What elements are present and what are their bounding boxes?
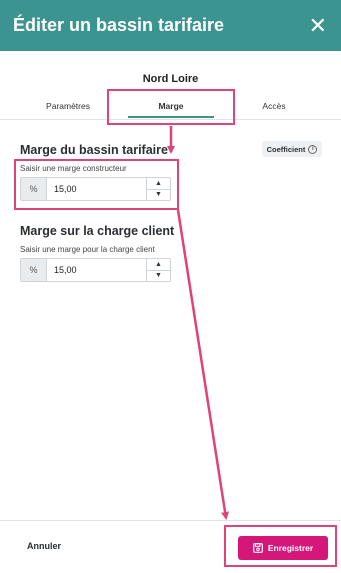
close-icon[interactable]: ✕ [309, 14, 327, 37]
chevron-down-icon[interactable]: ▼ [147, 271, 170, 282]
modal-footer: Annuler Enregistrer [0, 520, 341, 573]
percent-icon: % [21, 178, 47, 200]
annotation-arrows [167, 126, 230, 520]
save-button[interactable]: Enregistrer [238, 536, 328, 560]
tab-parametres[interactable]: Paramètres [20, 92, 116, 120]
modal-header: Éditer un bassin tarifaire ✕ [0, 0, 341, 51]
tab-acces[interactable]: Accès [226, 92, 322, 120]
marge-charge-client-input[interactable]: 15,00 [47, 259, 146, 281]
marge-constructeur-stepper: ▲ ▼ [146, 178, 170, 200]
cancel-button[interactable]: Annuler [27, 541, 61, 551]
chevron-down-icon[interactable]: ▼ [147, 190, 170, 201]
coefficient-label: Coefficient [266, 144, 306, 154]
section-title-marge-charge-client: Marge sur la charge client [20, 224, 175, 238]
percent-icon: % [21, 259, 47, 281]
section-title-marge-bassin: Marge du bassin tarifaire [20, 143, 168, 157]
marge-charge-client-input-group: % 15,00 ▲ ▼ [20, 258, 171, 282]
field-label-marge-charge-client: Saisir une marge pour la charge client [20, 245, 155, 254]
info-icon[interactable]: i [308, 144, 318, 154]
coefficient-badge[interactable]: Coefficient i [262, 141, 322, 157]
save-label: Enregistrer [267, 543, 314, 553]
marge-charge-client-stepper: ▲ ▼ [146, 259, 170, 281]
field-label-marge-constructeur: Saisir une marge constructeur [20, 164, 127, 173]
tab-bar: Paramètres Marge Accès [0, 92, 341, 120]
active-tab-indicator [128, 116, 214, 118]
chevron-up-icon[interactable]: ▲ [147, 178, 170, 190]
floppy-disk-icon [252, 543, 263, 553]
arrow-input-to-save [176, 209, 230, 520]
chevron-up-icon[interactable]: ▲ [147, 259, 170, 271]
entity-name: Nord Loire [142, 73, 199, 85]
marge-constructeur-input-group: % 15,00 ▲ ▼ [20, 177, 171, 201]
modal-title: Éditer un bassin tarifaire [13, 15, 225, 35]
marge-constructeur-input[interactable]: 15,00 [47, 178, 146, 200]
